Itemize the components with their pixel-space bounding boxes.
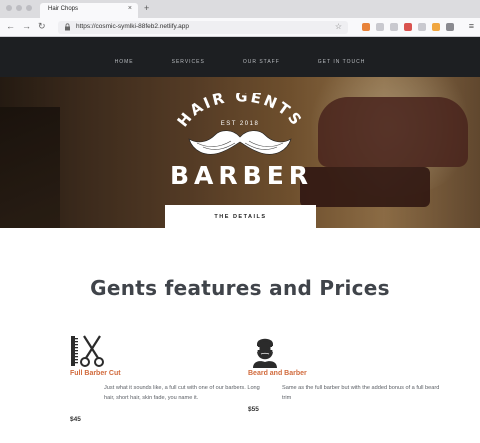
menu-item-our-staff[interactable]: OUR STAFF [243, 59, 280, 65]
comb-scissors-icon [70, 334, 104, 368]
menu-item-home[interactable]: HOME [115, 59, 134, 65]
hamburger-menu-icon[interactable]: ≡ [469, 21, 474, 31]
mustache-icon [188, 130, 292, 155]
feature-description: Same as the full barber but with the add… [282, 385, 440, 401]
browser-tab-bar: Hair Chops × + [0, 0, 480, 18]
reload-button[interactable]: ↻ [38, 21, 46, 32]
main-menu: HOME SERVICES OUR STAFF GET IN TOUCH [0, 59, 480, 65]
bookmark-star-icon[interactable]: ☆ [335, 22, 342, 31]
shield-icon[interactable] [404, 23, 412, 31]
extension-icon-6[interactable] [432, 23, 440, 31]
extension-icon-5[interactable] [418, 23, 426, 31]
lock-icon [64, 23, 71, 31]
close-window-icon[interactable] [6, 5, 12, 11]
forward-button[interactable]: → [22, 21, 31, 31]
extension-icon-2[interactable] [376, 23, 384, 31]
site-logo[interactable]: HAIR GENTS EST 2018 BARBER [170, 93, 310, 198]
new-tab-button[interactable]: + [144, 3, 149, 13]
feature-price: $45 [70, 416, 81, 423]
minimize-window-icon[interactable] [16, 5, 22, 11]
extension-icon-3[interactable] [390, 23, 398, 31]
extension-icon-1[interactable] [362, 23, 370, 31]
logo-wordmark: BARBER [170, 161, 314, 190]
tab-title: Hair Chops [48, 6, 79, 12]
bearded-man-icon [248, 334, 282, 368]
menu-item-get-in-touch[interactable]: GET IN TOUCH [318, 59, 366, 65]
browser-navbar: ← → ↻ https://cosmic-symlki-88feb2.netli… [0, 18, 480, 37]
the-details-tab[interactable]: THE DETAILS [165, 205, 316, 228]
close-tab-icon[interactable]: × [128, 5, 132, 12]
maximize-window-icon[interactable] [26, 5, 32, 11]
browser-tab[interactable]: Hair Chops × [40, 3, 138, 18]
menu-item-services[interactable]: SERVICES [172, 59, 205, 65]
window-controls[interactable] [6, 5, 32, 11]
feature-name: Full Barber Cut [70, 370, 121, 377]
url-text[interactable]: https://cosmic-symlki-88feb2.netlify.app [76, 23, 189, 30]
feature-name: Beard and Barber [248, 370, 307, 377]
site-header: HOME SERVICES OUR STAFF GET IN TOUCH [0, 37, 480, 77]
back-button[interactable]: ← [6, 21, 15, 31]
feature-card-full-barber-cut: Full Barber Cut Just what it sounds like… [70, 334, 260, 434]
feature-card-beard-and-barber: Beard and Barber Same as the full barber… [248, 334, 439, 434]
section-title: Gents features and Prices [90, 276, 390, 300]
feature-price: $55 [248, 406, 259, 413]
extension-icon-7[interactable] [446, 23, 454, 31]
address-bar[interactable]: https://cosmic-symlki-88feb2.netlify.app… [58, 21, 348, 34]
the-details-label: THE DETAILS [214, 214, 267, 220]
feature-description: Just what it sounds like, a full cut wit… [104, 385, 260, 401]
